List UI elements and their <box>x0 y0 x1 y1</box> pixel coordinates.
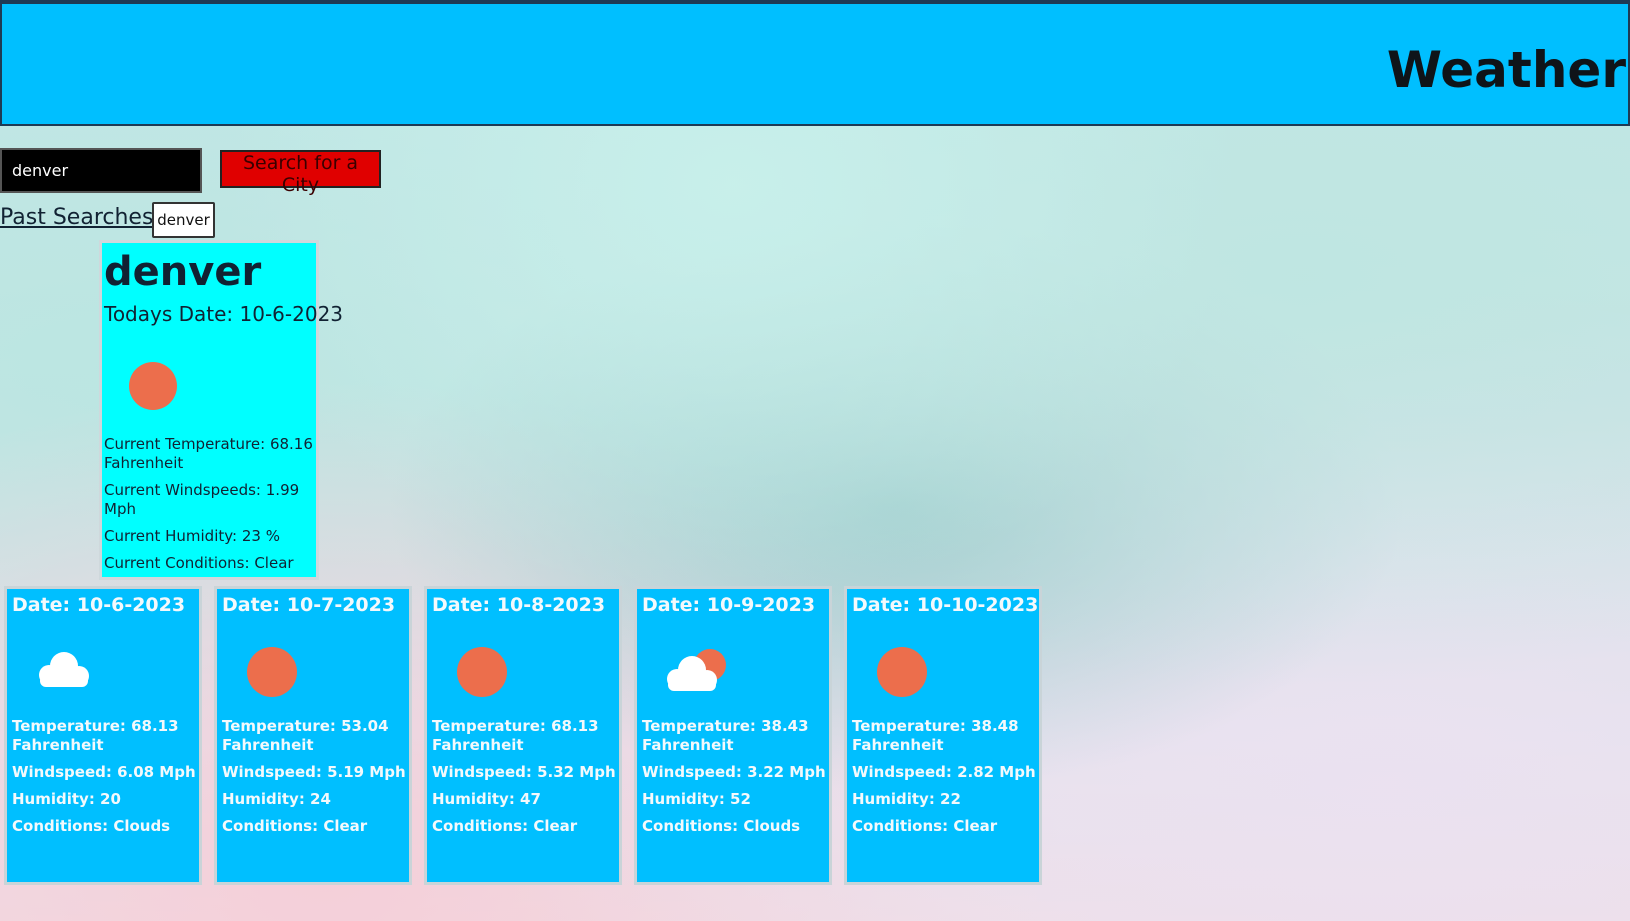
current-date: Todays Date: 10-6-2023 <box>104 302 344 326</box>
forecast-card: Date: 10-7-2023 Temperature: 53.04 Fahre… <box>214 586 412 885</box>
forecast-conditions: Conditions: Clear <box>222 817 368 835</box>
sun-behind-cloud-icon <box>642 617 742 717</box>
sun-icon <box>432 617 532 717</box>
forecast-humidity: Humidity: 52 <box>642 790 751 808</box>
forecast-date: Date: 10-7-2023 <box>222 594 396 616</box>
forecast-date: Date: 10-9-2023 <box>642 594 816 616</box>
forecast-conditions: Conditions: Clear <box>852 817 998 835</box>
sun-icon <box>222 617 322 717</box>
forecast-temperature: Temperature: 68.13 Fahrenheit <box>12 717 179 754</box>
past-searches-label: Past Searches: <box>0 205 161 230</box>
forecast-windspeed: Windspeed: 6.08 Mph <box>12 763 196 781</box>
current-city-name: denver <box>104 249 262 295</box>
forecast-conditions: Conditions: Clouds <box>12 817 171 835</box>
forecast-humidity: Humidity: 20 <box>12 790 121 808</box>
page-title: Weather <box>1386 41 1626 99</box>
current-weather-card: denver Todays Date: 10-6-2023 Current Te… <box>99 240 344 580</box>
forecast-windspeed: Windspeed: 5.32 Mph <box>432 763 616 781</box>
page-header: Weather <box>0 0 1630 126</box>
past-search-item-denver[interactable]: denver <box>152 202 215 238</box>
forecast-windspeed: Windspeed: 5.19 Mph <box>222 763 406 781</box>
forecast-temperature: Temperature: 68.13 Fahrenheit <box>432 717 599 754</box>
city-search-input[interactable] <box>0 148 202 193</box>
search-city-button[interactable]: Search for a City <box>220 150 381 196</box>
forecast-conditions: Conditions: Clear <box>432 817 578 835</box>
forecast-humidity: Humidity: 47 <box>432 790 541 808</box>
forecast-windspeed: Windspeed: 3.22 Mph <box>642 763 826 781</box>
current-humidity: Current Humidity: 23 % <box>104 527 280 545</box>
forecast-date: Date: 10-10-2023 <box>852 594 1039 616</box>
sun-icon <box>104 335 204 435</box>
forecast-card: Date: 10-6-2023 Temperature: 68.13 Fahre… <box>4 586 202 885</box>
forecast-windspeed: Windspeed: 2.82 Mph <box>852 763 1036 781</box>
cloud-icon <box>12 617 112 717</box>
forecast-date: Date: 10-6-2023 <box>12 594 186 616</box>
forecast-humidity: Humidity: 22 <box>852 790 961 808</box>
forecast-card: Date: 10-10-2023 Temperature: 38.48 Fahr… <box>844 586 1042 885</box>
sun-icon <box>852 617 952 717</box>
forecast-temperature: Temperature: 53.04 Fahrenheit <box>222 717 389 754</box>
forecast-conditions: Conditions: Clouds <box>642 817 801 835</box>
forecast-temperature: Temperature: 38.48 Fahrenheit <box>852 717 1019 754</box>
current-windspeed: Current Windspeeds: 1.99 Mph <box>104 481 300 518</box>
forecast-temperature: Temperature: 38.43 Fahrenheit <box>642 717 809 754</box>
current-conditions: Current Conditions: Clear <box>104 554 294 572</box>
forecast-date: Date: 10-8-2023 <box>432 594 606 616</box>
current-temperature: Current Temperature: 68.16 Fahrenheit <box>104 435 313 472</box>
forecast-card: Date: 10-9-2023 Temperature: 38.43 Fahre… <box>634 586 832 885</box>
forecast-card: Date: 10-8-2023 Temperature: 68.13 Fahre… <box>424 586 622 885</box>
forecast-humidity: Humidity: 24 <box>222 790 331 808</box>
